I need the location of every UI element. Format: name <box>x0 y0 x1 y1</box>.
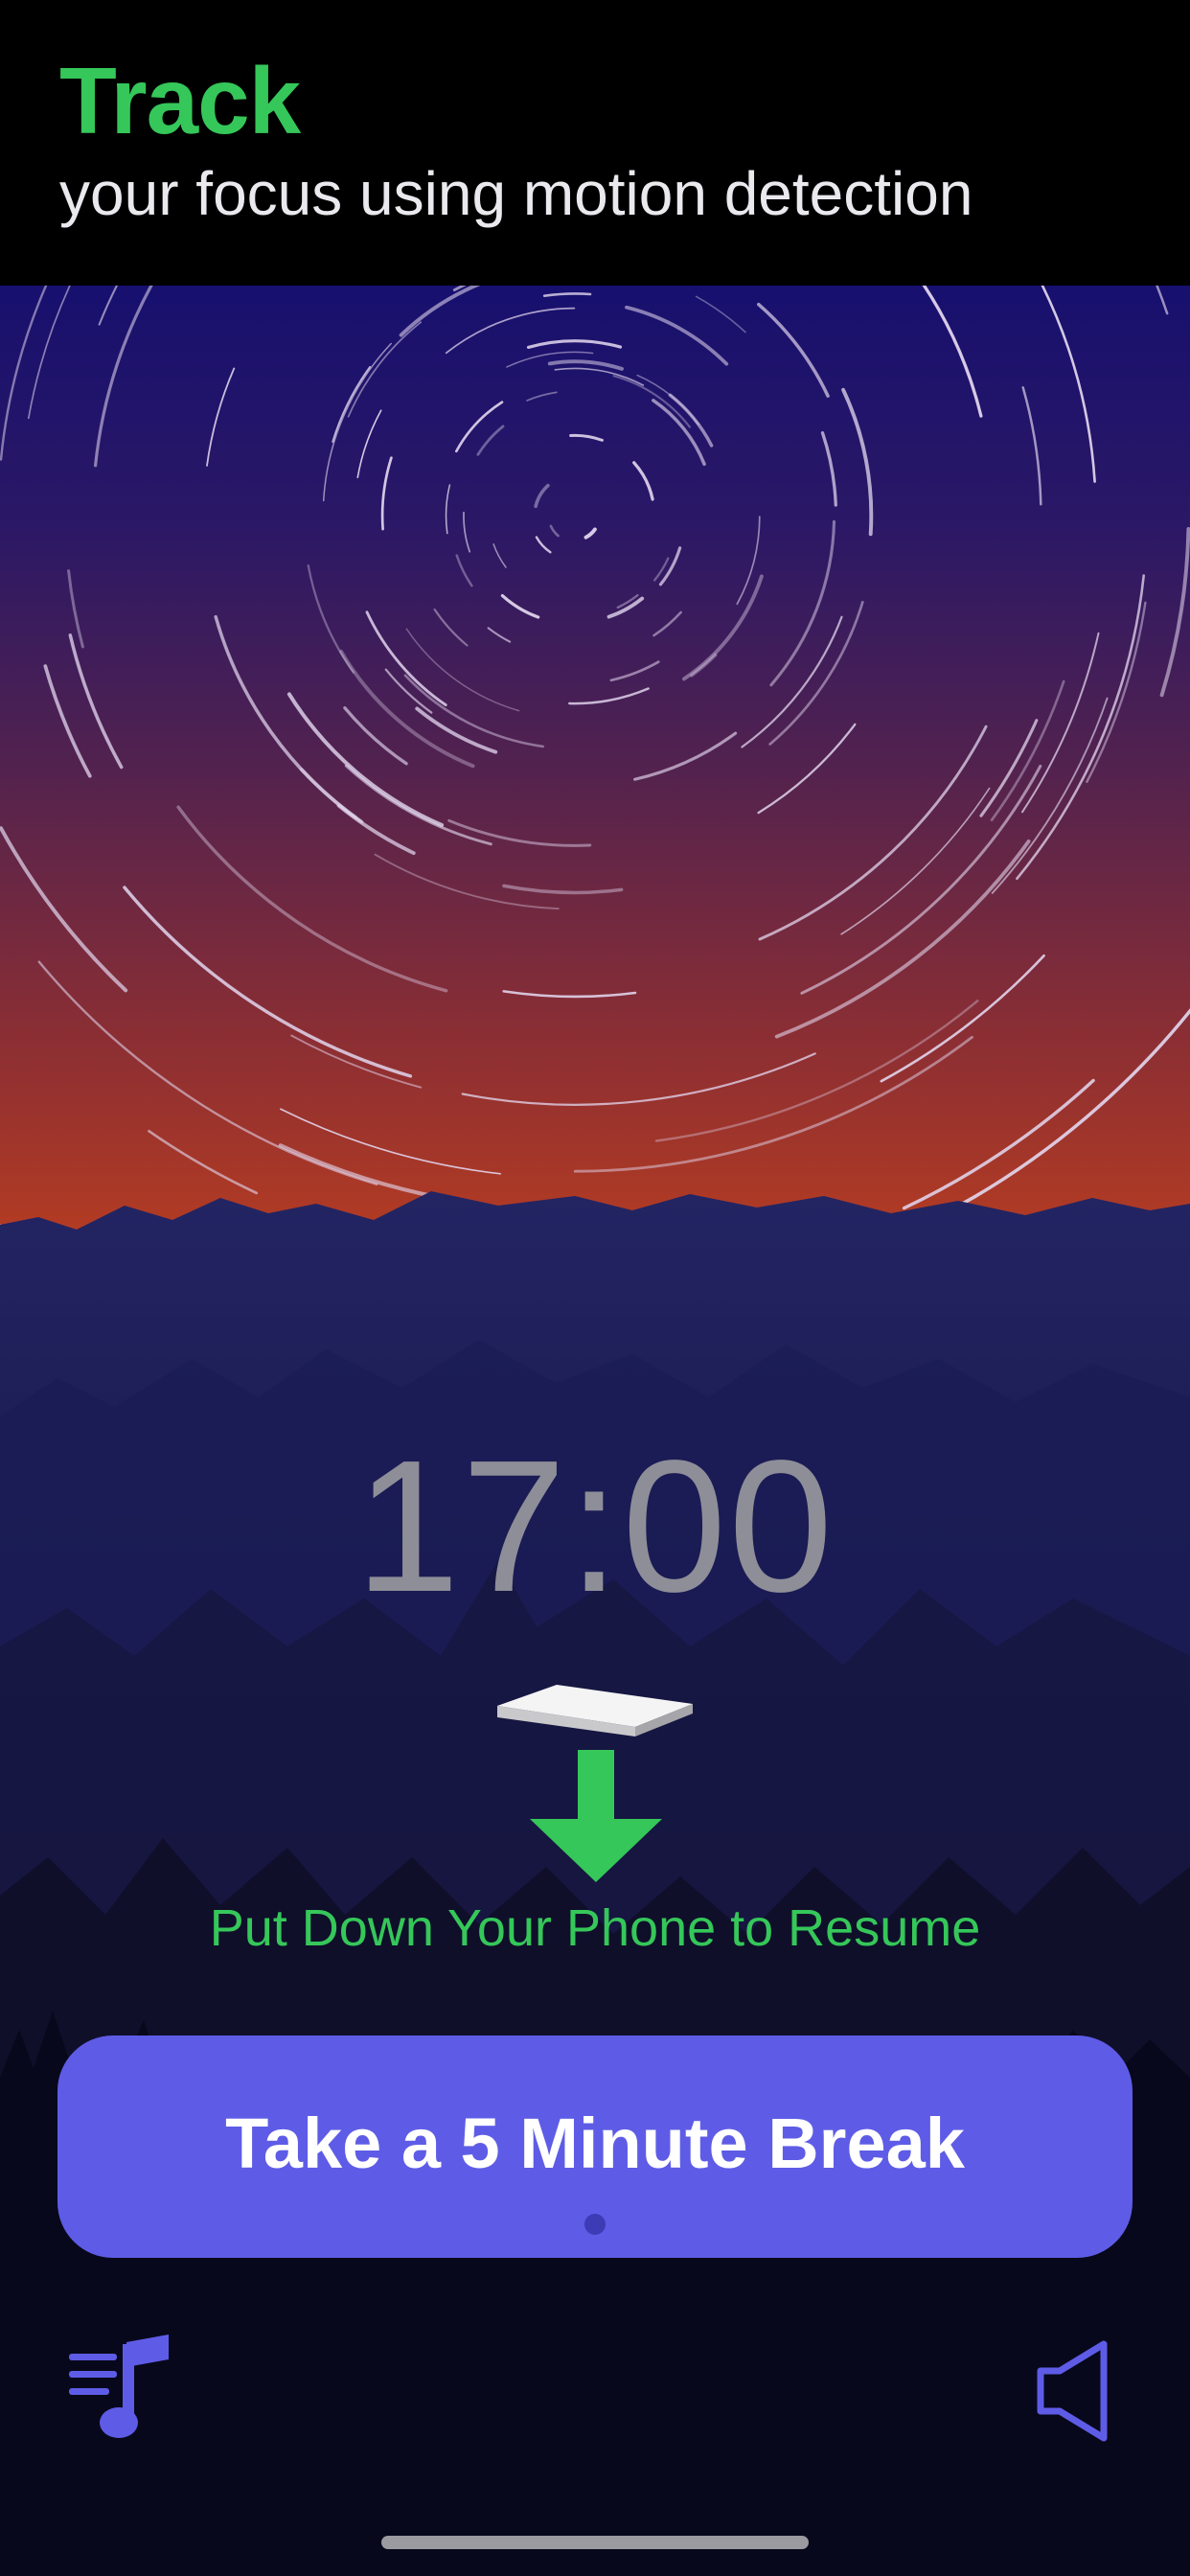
home-indicator[interactable] <box>381 2536 809 2549</box>
sound-toggle-button[interactable] <box>1035 2338 1111 2444</box>
take-break-button[interactable]: Take a 5 Minute Break <box>57 2036 1133 2258</box>
header-title: Track <box>59 48 301 153</box>
header-subtitle: your focus using motion detection <box>59 159 973 228</box>
resume-hint: Put Down Your Phone to Resume <box>209 1899 981 1957</box>
down-arrow-icon <box>530 1750 662 1882</box>
take-break-label: Take a 5 Minute Break <box>225 2104 965 2183</box>
header-banner: Track your focus using motion detection <box>0 0 1190 286</box>
music-playlist-button[interactable] <box>63 2334 174 2442</box>
phone-icon <box>497 1685 693 1736</box>
speaker-icon <box>1037 2340 1108 2442</box>
focus-timer: 17:00 <box>355 1421 835 1631</box>
page-indicator-dot <box>584 2214 606 2235</box>
music-playlist-icon <box>69 2334 169 2438</box>
phone-down-illustration <box>495 1679 695 1890</box>
